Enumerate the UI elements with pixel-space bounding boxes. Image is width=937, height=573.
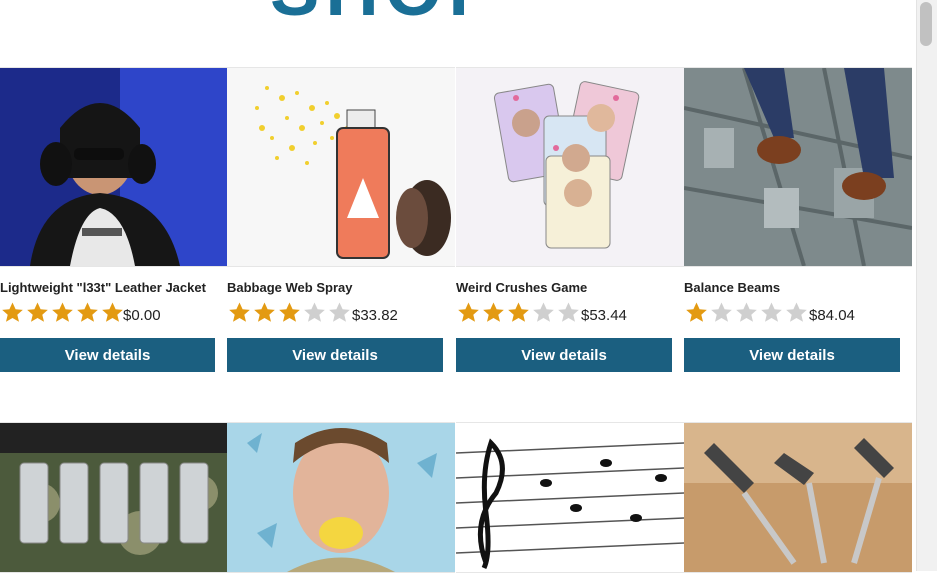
view-details-button[interactable]: View details <box>0 338 215 372</box>
lemon-face-image <box>227 423 455 572</box>
product-image[interactable] <box>227 422 455 573</box>
scrollbar-thumb[interactable] <box>920 2 932 46</box>
product-price: $53.44 <box>581 307 627 324</box>
feet-skyscraper-image <box>684 68 912 266</box>
star-rating <box>227 301 352 325</box>
star-icon <box>229 302 250 322</box>
view-details-button[interactable]: View details <box>456 338 672 372</box>
star-icon <box>736 302 757 322</box>
star-icon <box>761 302 782 322</box>
product-image[interactable] <box>0 422 228 573</box>
star-icon <box>686 302 707 322</box>
product-title[interactable]: Babbage Web Spray <box>227 280 352 295</box>
view-details-button[interactable]: View details <box>684 338 900 372</box>
can-belt-image <box>0 423 228 572</box>
shop-logo[interactable]: SHOP <box>270 0 630 27</box>
star-icon <box>279 302 300 322</box>
star-icon <box>27 302 48 322</box>
darts-image <box>684 423 912 572</box>
product-title[interactable]: Balance Beams <box>684 280 780 295</box>
view-details-button[interactable]: View details <box>227 338 443 372</box>
product-title[interactable]: Lightweight "l33t" Leather Jacket <box>0 280 206 295</box>
star-icon <box>483 302 504 322</box>
product-image[interactable] <box>456 67 684 267</box>
product-image[interactable] <box>684 67 912 267</box>
star-icon <box>304 302 325 322</box>
music-notes-image <box>456 423 684 572</box>
star-icon <box>458 302 479 322</box>
star-icon <box>77 302 98 322</box>
product-price: $0.00 <box>123 307 161 324</box>
spray-can-image <box>227 68 455 266</box>
star-icon <box>102 302 123 322</box>
star-icon <box>329 302 350 322</box>
star-icon <box>711 302 732 322</box>
person-headphones-image <box>0 68 228 266</box>
product-price: $84.04 <box>809 307 855 324</box>
star-icon <box>254 302 275 322</box>
star-icon <box>2 302 23 322</box>
star-rating <box>684 301 809 325</box>
page-scrollbar[interactable] <box>916 0 937 571</box>
star-icon <box>786 302 807 322</box>
product-image[interactable] <box>227 67 455 267</box>
product-image[interactable] <box>684 422 912 573</box>
cards-game-image <box>456 68 684 266</box>
product-price: $33.82 <box>352 307 398 324</box>
product-image[interactable] <box>456 422 684 573</box>
star-icon <box>558 302 579 322</box>
star-icon <box>508 302 529 322</box>
star-rating <box>0 301 125 325</box>
star-icon <box>533 302 554 322</box>
star-rating <box>456 301 581 325</box>
product-image[interactable] <box>0 67 228 267</box>
product-title[interactable]: Weird Crushes Game <box>456 280 587 295</box>
star-icon <box>52 302 73 322</box>
